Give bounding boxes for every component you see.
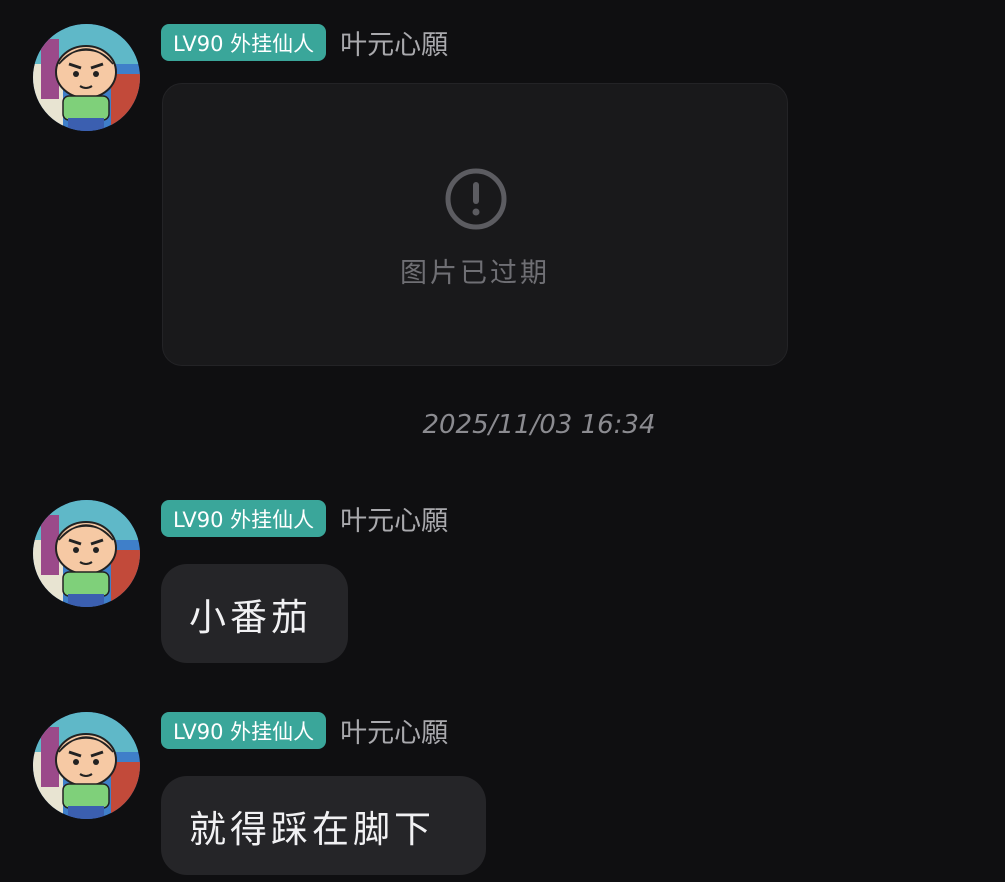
message-bubble[interactable]: 小番茄	[161, 564, 348, 663]
chat-screen: LV90 外挂仙人 叶元心願 图片已过期 2025/11/03 16:34 LV…	[0, 0, 1005, 882]
level-badge[interactable]: LV90 外挂仙人	[161, 712, 327, 749]
sender-nickname[interactable]: 叶元心願	[340, 23, 448, 62]
avatar[interactable]	[33, 24, 140, 131]
avatar[interactable]	[33, 500, 140, 607]
message-item: LV90 外挂仙人 叶元心願 就得踩在脚下	[0, 688, 1005, 882]
sender-header: LV90 外挂仙人 叶元心願	[161, 500, 448, 537]
message-item: LV90 外挂仙人 叶元心願 图片已过期	[0, 0, 1005, 380]
exclamation-circle-icon	[445, 168, 507, 230]
level-badge[interactable]: LV90 外挂仙人	[161, 24, 327, 61]
sender-header: LV90 外挂仙人 叶元心願	[161, 712, 448, 749]
image-expired-label: 图片已过期	[400, 258, 550, 289]
message-item: LV90 外挂仙人 叶元心願 小番茄	[0, 476, 1005, 676]
sender-nickname[interactable]: 叶元心願	[340, 711, 448, 750]
message-bubble[interactable]: 就得踩在脚下	[161, 776, 486, 875]
avatar[interactable]	[33, 712, 140, 819]
expired-image-card[interactable]: 图片已过期	[162, 83, 788, 366]
cartoon-boy-avatar-icon	[33, 712, 140, 819]
sender-header: LV90 外挂仙人 叶元心願	[161, 24, 448, 61]
cartoon-boy-avatar-icon	[33, 24, 140, 131]
timestamp-divider: 2025/11/03 16:34	[422, 410, 656, 440]
cartoon-boy-avatar-icon	[33, 500, 140, 607]
sender-nickname[interactable]: 叶元心願	[340, 499, 448, 538]
level-badge[interactable]: LV90 外挂仙人	[161, 500, 327, 537]
